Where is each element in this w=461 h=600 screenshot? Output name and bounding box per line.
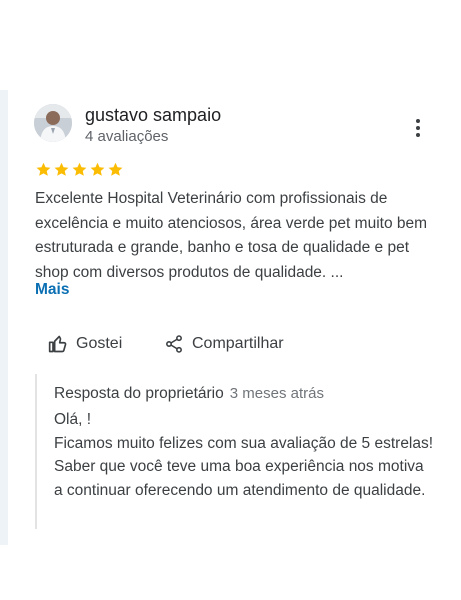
- avatar-image: [34, 104, 72, 142]
- reply-header: Resposta do proprietário 3 meses atrás: [54, 385, 324, 403]
- reply-text: Olá, ! Ficamos muito felizes com sua ava…: [54, 411, 434, 499]
- more-link[interactable]: Mais: [35, 281, 69, 299]
- share-icon: [166, 335, 182, 353]
- avatar[interactable]: [34, 104, 72, 142]
- star-rating: [35, 161, 124, 181]
- owner-reply: Resposta do proprietário 3 meses atrás Ol…: [35, 374, 435, 529]
- reply-owner-label: Resposta do proprietário: [54, 385, 224, 402]
- more-dot: [416, 126, 420, 130]
- reply-time: 3 meses atrás: [229, 385, 324, 402]
- star-icon: [72, 162, 87, 176]
- review-card: gustavo sampaio 4 avaliações Excelente H…: [0, 0, 461, 600]
- review-header: gustavo sampaio 4 avaliações: [34, 104, 434, 148]
- author-review-count[interactable]: 4 avaliações: [85, 128, 168, 145]
- share-button[interactable]: Compartilhar: [164, 331, 284, 357]
- star-icon: [36, 162, 51, 176]
- author-name[interactable]: gustavo sampaio: [85, 105, 221, 126]
- review-text: Excelente Hospital Veterinário com profi…: [35, 190, 428, 281]
- star-icon: [108, 162, 123, 176]
- like-label: Gostei: [76, 335, 123, 352]
- more-dot: [416, 119, 420, 123]
- more-vert-icon[interactable]: [407, 116, 429, 140]
- more-dot: [416, 133, 420, 137]
- thumb-up-icon: [48, 335, 67, 353]
- share-label: Compartilhar: [192, 335, 284, 352]
- like-button[interactable]: Gostei: [48, 331, 122, 357]
- reply-divider: [35, 374, 37, 529]
- review-page: gustavo sampaio 4 avaliações Excelente H…: [0, 0, 461, 600]
- star-icon: [90, 162, 105, 176]
- star-icon: [54, 162, 69, 176]
